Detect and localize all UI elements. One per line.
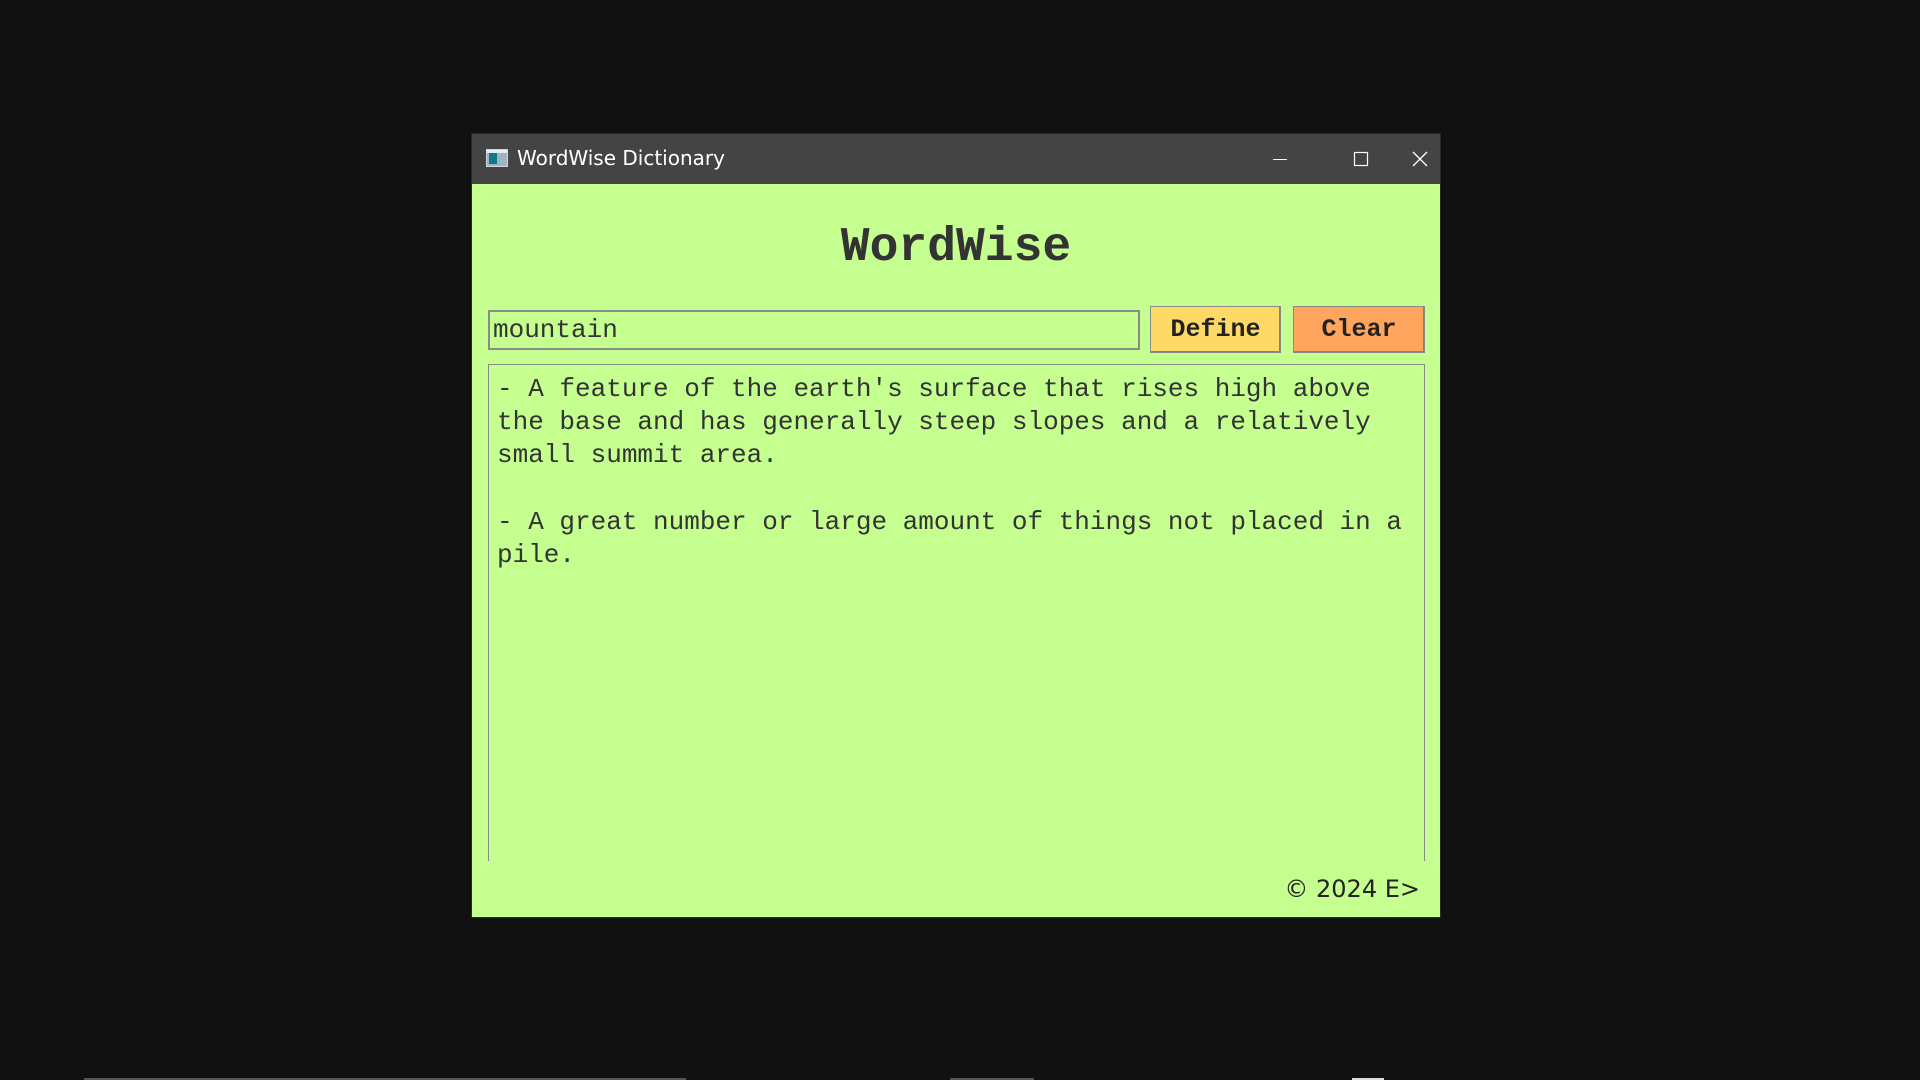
define-button[interactable]: Define bbox=[1150, 306, 1281, 353]
close-icon bbox=[1412, 151, 1428, 167]
clear-button[interactable]: Clear bbox=[1293, 306, 1425, 353]
word-input[interactable] bbox=[488, 310, 1140, 350]
copyright-footer: © 2024 E> bbox=[1284, 875, 1420, 903]
desktop: WordWise Dictionary WordWise Define bbox=[0, 0, 1920, 1080]
maximize-button[interactable] bbox=[1321, 134, 1401, 184]
app-heading: WordWise bbox=[840, 221, 1072, 275]
definition-item: - A great number or large amount of thin… bbox=[497, 507, 1402, 570]
title-bar[interactable]: WordWise Dictionary bbox=[472, 134, 1440, 184]
definitions-text-area[interactable]: - A feature of the earth's surface that … bbox=[488, 364, 1425, 861]
app-window: WordWise Dictionary WordWise Define bbox=[472, 134, 1440, 917]
close-button[interactable] bbox=[1400, 134, 1440, 184]
minimize-button[interactable] bbox=[1240, 134, 1320, 184]
definition-item: - A feature of the earth's surface that … bbox=[497, 374, 1371, 470]
window-title: WordWise Dictionary bbox=[517, 146, 725, 170]
app-window-icon bbox=[486, 149, 508, 167]
minimize-icon bbox=[1273, 159, 1287, 160]
maximize-icon bbox=[1353, 151, 1369, 167]
